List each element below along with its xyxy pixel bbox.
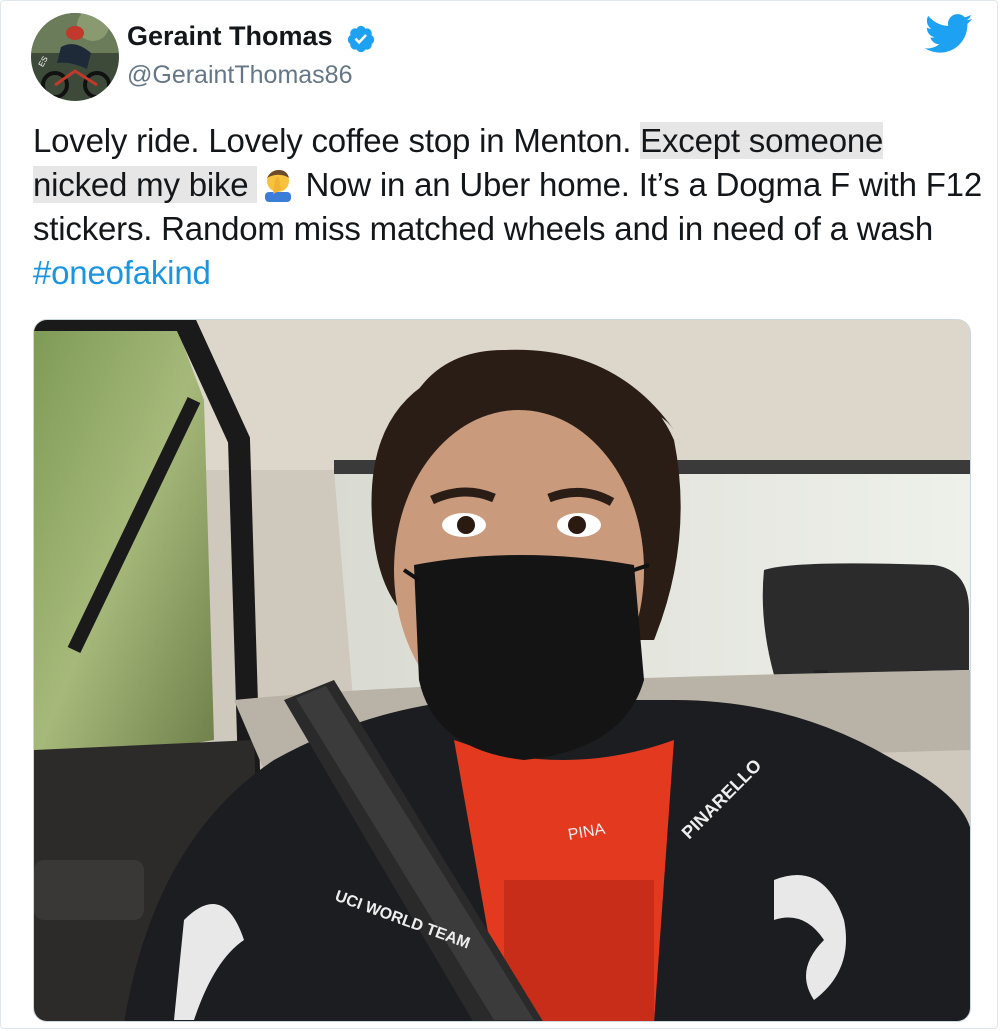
highlighted-text-1: Except someone <box>640 122 884 159</box>
tweet-photo[interactable]: PINA PINARELLO UCI WORLD TEAM <box>33 319 971 1022</box>
twitter-bird-icon[interactable] <box>925 13 973 55</box>
tweet-text: Lovely ride. Lovely coffee stop in Mento… <box>33 119 983 295</box>
highlighted-text-2: nicked my bike <box>33 166 258 203</box>
tweet-card: ES Geraint Thomas @GeraintThomas86 Lovel… <box>0 0 998 1029</box>
author-avatar[interactable]: ES <box>31 13 119 101</box>
tweet-text-part1: Lovely ride. Lovely coffee stop in Mento… <box>33 122 641 159</box>
hashtag-link[interactable]: #oneofakind <box>33 254 211 291</box>
verified-badge-icon <box>347 25 375 53</box>
author-name[interactable]: Geraint Thomas <box>127 21 333 52</box>
selfie-in-car-image: PINA PINARELLO UCI WORLD TEAM <box>34 320 970 1021</box>
cyclist-avatar-image: ES <box>31 13 119 101</box>
author-handle[interactable]: @GeraintThomas86 <box>127 61 352 90</box>
face-palm-emoji <box>261 168 295 202</box>
